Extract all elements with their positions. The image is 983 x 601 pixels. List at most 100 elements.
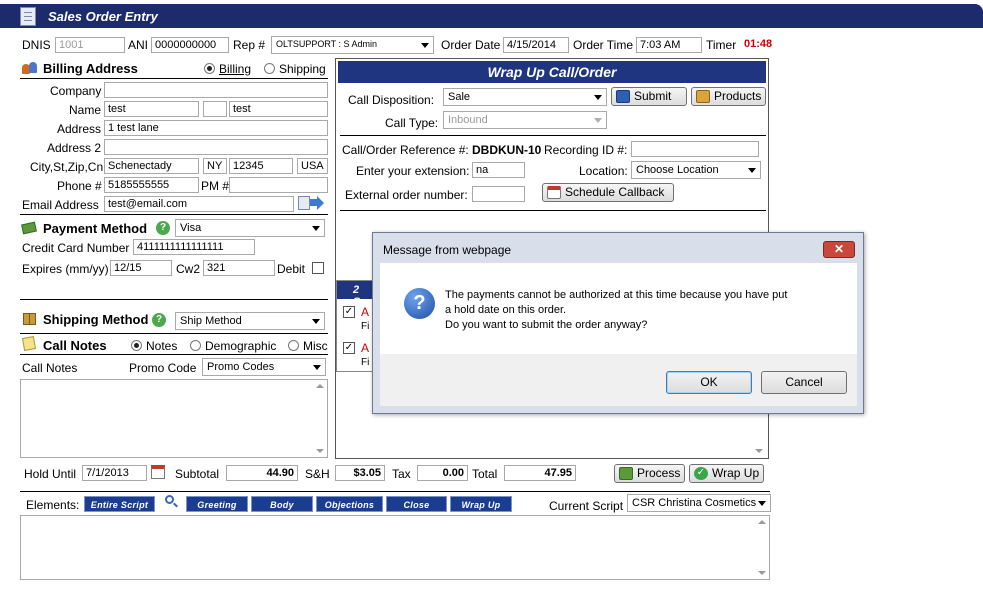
shipping-box-icon	[22, 312, 38, 326]
ok-label: OK	[700, 375, 718, 389]
ani-field[interactable]: 0000000000	[151, 37, 229, 53]
first-name-field[interactable]: test	[104, 101, 199, 117]
notes-scrollbar[interactable]	[313, 380, 327, 457]
phone-label: Phone #	[57, 179, 102, 193]
address-field[interactable]: 1 test lane	[104, 120, 328, 136]
promo-select[interactable]: Promo Codes	[202, 358, 326, 376]
seg-wrap-up[interactable]: Wrap Up	[450, 496, 512, 512]
script-item-checkbox-1[interactable]: ✓	[343, 306, 355, 318]
payment-method-select[interactable]: Visa	[175, 219, 325, 237]
last-name-field[interactable]: test	[229, 101, 328, 117]
seg-body[interactable]: Body	[251, 496, 313, 512]
dialog-close-button[interactable]: ✕	[823, 241, 855, 258]
wrapup-title: Wrap Up Call/Order	[487, 64, 617, 80]
email-field[interactable]: test@email.com	[104, 196, 294, 212]
call-notes-title: Call Notes	[43, 338, 107, 353]
current-script-label: Current Script	[549, 499, 624, 513]
seg-close[interactable]: Close	[386, 496, 447, 512]
cancel-button[interactable]: Cancel	[761, 371, 847, 394]
external-order-field[interactable]	[472, 186, 525, 202]
payment-divider	[20, 299, 328, 300]
script-item-2: A	[361, 341, 370, 355]
ok-button[interactable]: OK	[666, 371, 752, 394]
timer-value: 01:48	[744, 38, 773, 50]
submit-button[interactable]: Submit	[611, 87, 687, 106]
demographic-radio[interactable]	[190, 340, 201, 351]
call-type-select[interactable]: Inbound	[443, 111, 607, 129]
script-textarea[interactable]	[20, 515, 770, 580]
billing-radio-label: Billing	[219, 62, 252, 76]
rep-select[interactable]: OLTSUPPORT : S Admin	[271, 36, 434, 54]
state-field[interactable]: NY	[203, 158, 227, 174]
company-field[interactable]	[104, 82, 328, 98]
ani-label: ANI	[128, 38, 149, 52]
script-item-2-sub: Fi	[361, 357, 370, 368]
total-label: Total	[472, 467, 498, 481]
expires-field[interactable]: 12/15	[110, 260, 172, 276]
payment-card-icon	[21, 221, 38, 235]
billing-radio[interactable]	[204, 63, 215, 74]
billing-title: Billing Address	[43, 61, 138, 76]
sh-field[interactable]: $3.05	[335, 465, 385, 481]
current-script-select[interactable]: CSR Christina Cosmetics	[627, 494, 771, 512]
elements-label: Elements:	[26, 498, 80, 512]
cvv-field[interactable]: 321	[203, 260, 275, 276]
debit-checkbox[interactable]	[312, 262, 324, 274]
copy-address-icon[interactable]	[298, 196, 325, 210]
process-card-icon	[619, 467, 633, 480]
shipping-method-select[interactable]: Ship Method	[175, 312, 325, 330]
address2-field[interactable]	[104, 139, 328, 155]
script-list-scrollbar[interactable]	[752, 412, 766, 457]
phone-field[interactable]: 5185555555	[104, 177, 199, 193]
products-button[interactable]: Products	[691, 87, 766, 106]
disposition-label: Call Disposition:	[348, 93, 435, 107]
disposition-select[interactable]: Sale	[443, 88, 607, 106]
middle-initial-field[interactable]	[203, 101, 227, 117]
promo-label: Promo Code	[129, 361, 197, 375]
recording-field[interactable]	[631, 141, 759, 157]
expires-label: Expires (mm/yy)	[22, 262, 109, 276]
calendar-icon[interactable]	[151, 465, 165, 479]
pm-field[interactable]	[229, 177, 328, 193]
chevron-down-icon	[748, 168, 756, 173]
wrap-up-button[interactable]: ✓ Wrap Up	[689, 464, 764, 483]
scroll-down-icon	[316, 449, 324, 453]
cc-field[interactable]: 4111111111111111	[133, 239, 255, 255]
script-scrollbar[interactable]	[755, 516, 769, 579]
shipping-divider	[20, 333, 328, 334]
reference-value: DBDKUN-10	[472, 143, 542, 157]
script-item-checkbox-2[interactable]: ✓	[343, 342, 355, 354]
country-field[interactable]: USA	[297, 158, 328, 174]
shipping-title: Shipping Method	[43, 312, 149, 327]
shipping-help-icon[interactable]: ?	[152, 313, 166, 327]
search-icon[interactable]	[165, 495, 179, 509]
dnis-field[interactable]: 1001	[55, 37, 125, 53]
call-notes-textarea[interactable]	[20, 379, 328, 458]
seg-greeting[interactable]: Greeting	[186, 496, 248, 512]
hold-until-field[interactable]: 7/1/2013	[82, 465, 147, 481]
extension-field[interactable]: na	[472, 162, 525, 178]
zip-field[interactable]: 12345	[229, 158, 293, 174]
schedule-callback-button[interactable]: Schedule Callback	[542, 183, 674, 202]
order-date-field[interactable]: 4/15/2014	[503, 37, 569, 53]
location-select[interactable]: Choose Location	[631, 161, 761, 179]
misc-radio[interactable]	[288, 340, 299, 351]
notes-radio-label: Notes	[146, 339, 178, 353]
help-icon[interactable]: ?	[156, 221, 170, 235]
order-time-field[interactable]: 7:03 AM	[636, 37, 702, 53]
products-box-icon	[696, 90, 710, 103]
chevron-down-icon	[594, 95, 602, 100]
script-divider	[20, 491, 770, 492]
seg-objections[interactable]: Objections	[316, 496, 383, 512]
notes-radio[interactable]	[131, 340, 142, 351]
shipping-radio-label: Shipping	[279, 62, 326, 76]
seg-entire-script[interactable]: Entire Script	[84, 496, 155, 512]
city-field[interactable]: Schenectady	[104, 158, 199, 174]
shipping-radio[interactable]	[264, 63, 275, 74]
current-script-value: CSR Christina Cosmetics	[632, 497, 757, 509]
hold-until-label: Hold Until	[24, 467, 77, 481]
billing-divider	[20, 78, 328, 79]
location-value: Choose Location	[636, 164, 719, 176]
process-button[interactable]: Process	[614, 464, 685, 483]
email-label: Email Address	[22, 198, 99, 212]
